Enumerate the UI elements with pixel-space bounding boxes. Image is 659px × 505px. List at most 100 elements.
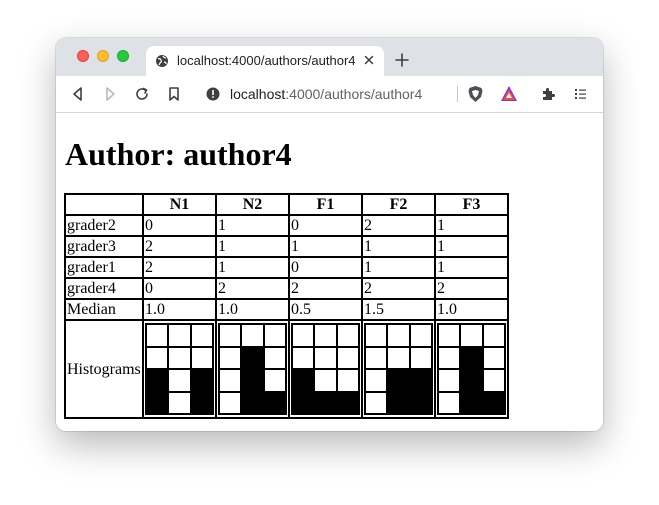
table-row: grader1 2 1 0 1 1 [65,257,508,278]
histogram-empty-cell [482,346,505,369]
histogram-empty-cell [146,346,169,369]
close-window-button[interactable] [77,50,89,62]
histogram-empty-cell [387,324,410,347]
back-icon[interactable] [70,86,86,102]
histogram-empty-cell [336,324,359,347]
table-row: grader2 0 1 0 2 1 [65,215,508,236]
table-row-median: Median 1.0 1.0 0.5 1.5 1.0 [65,299,508,320]
table-row: grader3 2 1 1 1 1 [65,236,508,257]
table-row-histograms: Histograms [65,320,508,418]
column-header: F1 [289,194,362,215]
extensions-icon[interactable] [540,86,556,102]
grade-cell: 1 [216,257,289,278]
histogram-empty-cell [438,391,461,414]
histogram [364,323,433,415]
histogram-cell [216,320,289,418]
histogram-empty-cell [314,324,337,347]
histogram-empty-cell [365,324,388,347]
median-cell: 1.0 [435,299,508,320]
histogram-empty-cell [190,346,213,369]
histogram-empty-cell [365,391,388,414]
bookmark-icon[interactable] [166,86,182,102]
row-label: grader2 [65,215,143,236]
tab-title: localhost:4000/authors/author4 [177,53,356,68]
close-tab-icon[interactable] [362,53,376,67]
grade-cell: 0 [289,257,362,278]
grade-cell: 2 [143,257,216,278]
globe-icon [156,55,168,67]
histogram-bar-cell [241,391,264,414]
page-title: Author: author4 [65,136,292,172]
histogram-empty-cell [168,391,191,414]
histogram-bar-cell [190,369,213,392]
info-icon[interactable] [206,87,220,101]
forward-icon[interactable] [102,86,118,102]
histogram-bar-cell [409,391,432,414]
histogram-cell [362,320,435,418]
histogram-bar-cell [482,391,505,414]
histogram-bar-cell [190,391,213,414]
histogram-bar-cell [292,391,315,414]
histogram-empty-cell [409,346,432,369]
browser-tab[interactable]: localhost:4000/authors/author4 [146,46,384,76]
address-bar[interactable]: localhost:4000/authors/author4 [198,81,458,107]
histogram-bar-cell [409,369,432,392]
grade-cell: 2 [143,236,216,257]
histogram-empty-cell [336,369,359,392]
grade-cell: 2 [362,215,435,236]
histogram-bar-cell [241,369,264,392]
column-header: F3 [435,194,508,215]
page-content: Author: author4 N1 N2 F1 F2 F3 grader2 0… [56,113,603,431]
grade-cell: 1 [435,257,508,278]
histogram-bar-cell [146,391,169,414]
url-host: localhost [230,86,286,102]
minimize-window-button[interactable] [97,50,109,62]
histogram-empty-cell [365,346,388,369]
brave-shield-icon[interactable] [467,85,484,103]
histogram-empty-cell [387,346,410,369]
url-text[interactable]: localhost:4000/authors/author4 [230,86,422,102]
histogram-empty-cell [263,369,286,392]
reload-icon[interactable] [134,86,150,102]
grade-cell: 1 [362,257,435,278]
histogram-empty-cell [263,346,286,369]
histogram-empty-cell [241,324,264,347]
histogram-empty-cell [365,369,388,392]
histogram-empty-cell [438,324,461,347]
histogram-empty-cell [314,346,337,369]
histogram-empty-cell [168,324,191,347]
histogram-empty-cell [336,346,359,369]
grade-cell: 2 [216,278,289,299]
row-label: Histograms [65,320,143,418]
histogram-bar-cell [314,391,337,414]
histogram-bar-cell [387,369,410,392]
grade-cell: 2 [435,278,508,299]
column-header-blank [65,194,143,215]
new-tab-icon[interactable] [394,52,410,68]
menu-icon[interactable] [572,86,588,102]
histogram-empty-cell [263,324,286,347]
grade-cell: 0 [143,278,216,299]
histogram-empty-cell [460,324,483,347]
histogram-empty-cell [482,324,505,347]
brave-rewards-icon[interactable] [500,85,518,102]
histogram-empty-cell [219,324,242,347]
url-path: :4000/authors/author4 [285,86,423,102]
column-header: N2 [216,194,289,215]
table-header-row: N1 N2 F1 F2 F3 [65,194,508,215]
histogram [437,323,506,415]
row-label: Median [65,299,143,320]
column-header: F2 [362,194,435,215]
grade-cell: 2 [289,278,362,299]
histogram-empty-cell [219,346,242,369]
histogram-empty-cell [168,369,191,392]
zoom-window-button[interactable] [117,50,129,62]
grades-table: N1 N2 F1 F2 F3 grader2 0 1 0 2 1 grader3 [64,193,509,419]
grade-cell: 1 [289,236,362,257]
grade-cell: 1 [216,215,289,236]
histogram-empty-cell [482,369,505,392]
grade-cell: 1 [362,236,435,257]
row-label: grader4 [65,278,143,299]
histogram-bar-cell [460,369,483,392]
toolbar-divider [457,86,458,102]
